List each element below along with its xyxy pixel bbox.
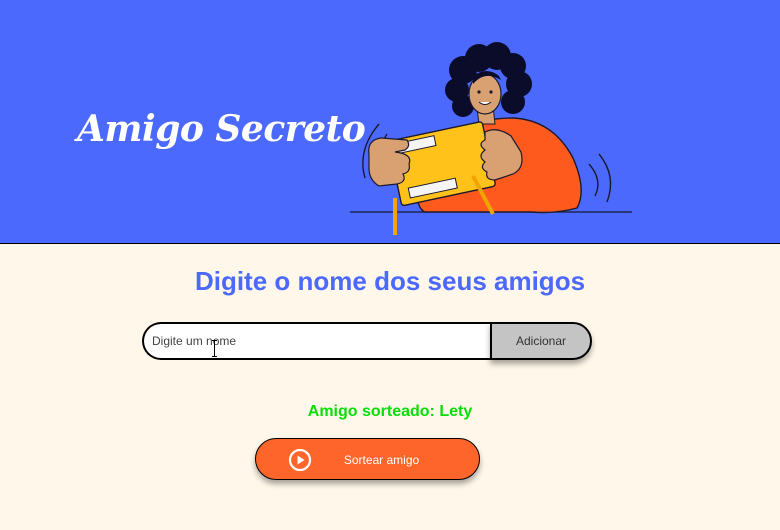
drawn-friend-result: Amigo sorteado: Lety bbox=[307, 403, 473, 420]
text-cursor-icon bbox=[212, 340, 217, 357]
app-title: Amigo Secreto bbox=[77, 108, 366, 150]
header-banner: Amigo Secreto bbox=[0, 0, 780, 244]
draw-friend-button[interactable]: Sortear amigo bbox=[255, 438, 480, 480]
page-heading: Digite o nome dos seus amigos bbox=[194, 266, 586, 296]
person-holding-gift-illustration bbox=[350, 42, 632, 235]
name-input[interactable] bbox=[144, 324, 490, 358]
name-input-wrapper bbox=[142, 322, 490, 360]
add-button[interactable]: Adicionar bbox=[490, 322, 592, 360]
draw-button-label: Sortear amigo bbox=[343, 453, 420, 467]
